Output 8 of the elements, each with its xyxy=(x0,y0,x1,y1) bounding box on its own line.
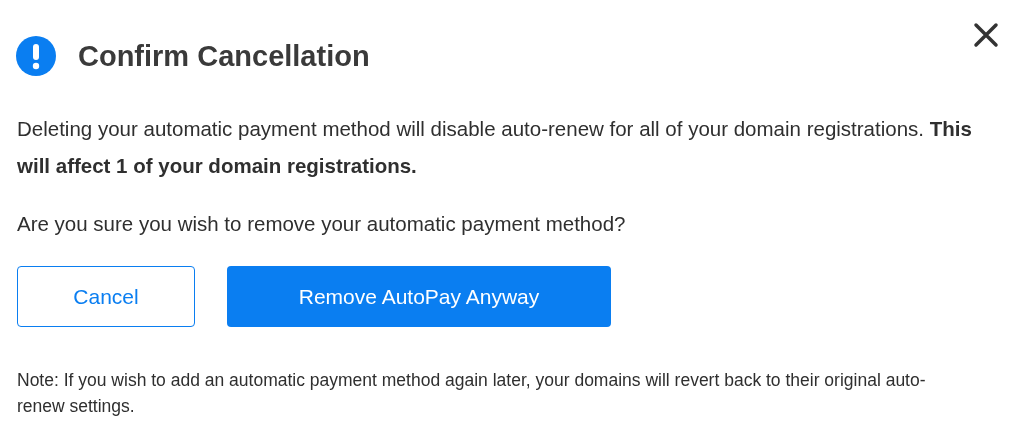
close-button[interactable] xyxy=(972,21,1000,49)
dialog-message: Deleting your automatic payment method will disable auto-renew for all of your domain registrations. This will affect 1 of your domain registrations. xyxy=(17,116,973,179)
cancel-button[interactable]: Cancel xyxy=(17,266,195,327)
dialog-title: Confirm Cancellation xyxy=(78,39,371,73)
remove-autopay-button[interactable]: Remove AutoPay Anyway xyxy=(227,266,611,327)
note-text: Note: If you wish to add an automatic payment method again later, your domains will revert back to their original auto-renew settings. xyxy=(17,369,927,418)
confirm-question: Are you sure you wish to remove your automatic payment method? xyxy=(17,211,627,237)
alert-icon xyxy=(16,36,56,76)
